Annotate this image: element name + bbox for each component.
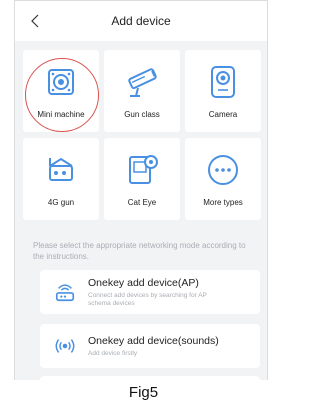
option-subtitle: Add device firstly: [88, 349, 138, 357]
header-bar: Add device: [15, 1, 267, 41]
mini-machine-icon: [39, 62, 83, 102]
chevron-left-icon: [31, 14, 39, 28]
instruction-hint: Please select the appropriate networking…: [33, 241, 246, 261]
figure-caption: Fig5: [0, 380, 281, 410]
device-4g-gun[interactable]: 4G gun: [23, 138, 99, 220]
sound-wave-icon: [54, 335, 76, 357]
more-icon: [201, 150, 245, 190]
onekey-add-sounds-option[interactable]: Onekey add device(sounds) Add device fir…: [40, 324, 260, 368]
device-camera[interactable]: Camera: [185, 50, 261, 132]
device-label: More types: [203, 198, 243, 207]
4g-gun-icon: [39, 150, 83, 190]
device-label: Cat Eye: [127, 198, 157, 207]
device-label: 4G gun: [47, 198, 75, 207]
back-button[interactable]: [25, 11, 45, 31]
cat-eye-icon: [120, 150, 164, 190]
router-icon: [54, 281, 76, 303]
device-label: Gun class: [124, 110, 160, 119]
onekey-add-ap-option[interactable]: Onekey add device(AP) Connect add device…: [40, 270, 260, 314]
device-more-types[interactable]: More types: [185, 138, 261, 220]
gun-camera-icon: [120, 62, 164, 102]
device-cat-eye[interactable]: Cat Eye: [104, 138, 180, 220]
page-title: Add device: [111, 14, 171, 28]
device-label: Mini machine: [37, 110, 85, 119]
camera-icon: [201, 62, 245, 102]
device-type-grid: Mini machine Gun class Camera 4G gun Cat…: [23, 50, 261, 220]
option-title: Onekey add device(AP): [88, 276, 199, 289]
device-gun-class[interactable]: Gun class: [104, 50, 180, 132]
device-mini-machine[interactable]: Mini machine: [23, 50, 99, 132]
caption-text: Fig5: [128, 384, 159, 401]
phone-screen: Add device Mini machine Gun class Camera…: [14, 0, 268, 383]
option-subtitle: Connect add devices by searching for AP …: [88, 291, 207, 307]
option-title: Onekey add device(sounds): [88, 334, 219, 347]
device-label: Camera: [208, 110, 238, 119]
